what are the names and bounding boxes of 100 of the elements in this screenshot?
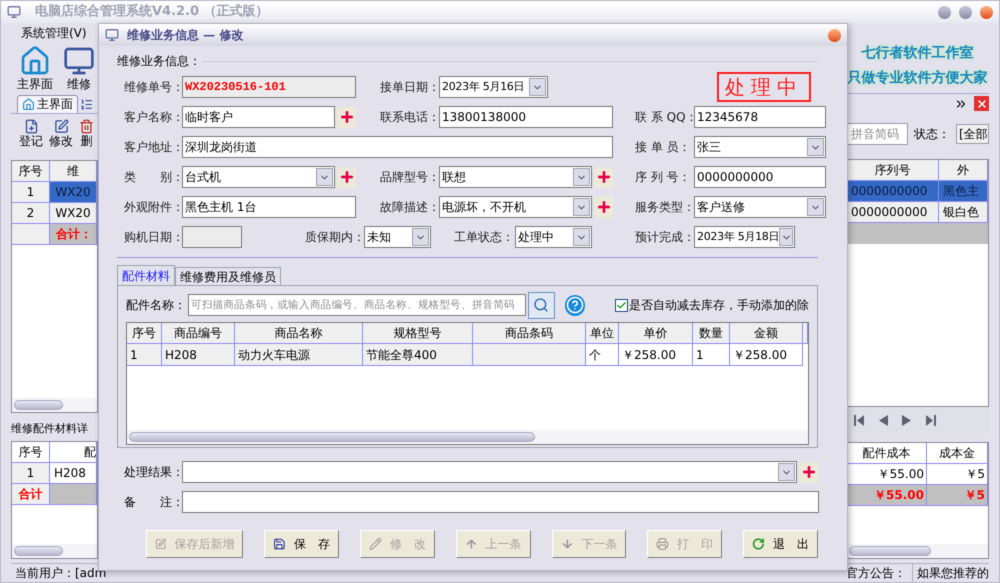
table-cell: 2 [12, 202, 50, 224]
first-page-icon[interactable] [854, 415, 864, 426]
table-cell: 1 [693, 344, 730, 366]
table-cell: 0000000000 [847, 181, 939, 202]
text-field[interactable]: 黑色主机 1台 [182, 196, 356, 218]
edit-icon [155, 536, 166, 552]
close-button[interactable] [828, 28, 841, 42]
scrollbar[interactable] [127, 430, 808, 444]
dropdown[interactable]: 张三 [694, 136, 826, 158]
home-icon [19, 44, 51, 77]
app-icon [7, 5, 21, 19]
table-cell: WX20 [50, 182, 97, 203]
toolbar-button[interactable]: 维修 [63, 44, 95, 91]
text-field[interactable]: 13800138000 [439, 106, 613, 128]
search-field[interactable]: 可扫描商品条码，或输入商品编号、商品名称、规格型号、拼音简码 [188, 294, 526, 316]
table-cell: 1 [12, 463, 50, 484]
dropdown[interactable]: 客户送修 [694, 196, 826, 218]
previous-page-icon[interactable] [878, 415, 888, 426]
field-label: 服务类型： [635, 199, 694, 216]
text-field[interactable] [182, 491, 819, 513]
panel-title: 维修配件材料详 [11, 421, 88, 438]
dropdown[interactable]: 联想 [439, 166, 592, 188]
action-button[interactable]: 修改 [49, 119, 73, 148]
field-label: 故障描述： [380, 199, 439, 216]
date-picker[interactable]: 2023年 5月16日 [439, 76, 548, 98]
close-icon [976, 98, 988, 110]
table-cell: 1 [12, 182, 50, 203]
dropdown[interactable] [182, 461, 797, 483]
tab[interactable]: 主界面 [17, 94, 78, 113]
add-button[interactable] [799, 462, 818, 482]
plus-icon [800, 464, 816, 480]
last-page-icon[interactable] [926, 415, 936, 426]
action-button[interactable]: 删 [79, 119, 94, 148]
dropdown[interactable]: 电源坏，不开机 [439, 196, 592, 218]
total-label: 合计： [50, 224, 97, 245]
field-label: 客户名称： [124, 109, 182, 126]
help-button[interactable] [564, 294, 586, 316]
tab[interactable]: 配件材料 [117, 265, 175, 285]
action-button[interactable]: 退 出 [743, 530, 818, 558]
caret-icon [412, 228, 429, 246]
tab[interactable]: 维修费用及维修员 [175, 267, 281, 285]
dropdown[interactable]: 处理中 [515, 226, 592, 248]
text-field[interactable]: 0000000000 [694, 166, 826, 188]
text-field[interactable]: 深圳龙岗街道 [182, 136, 613, 158]
total-cell: ￥5 [927, 485, 988, 506]
field-label: 接单日期： [380, 79, 439, 96]
table-cell: WX20 [50, 202, 97, 224]
search-icon [533, 297, 550, 313]
caret-icon [807, 138, 824, 156]
field-label: 联系电话： [380, 109, 439, 126]
plus-icon [338, 169, 354, 185]
text-field[interactable]: 临时客户 [182, 106, 335, 128]
auto-stock-checkbox[interactable]: 是否自动减去库存，手动添加的除 [615, 296, 810, 314]
date-picker[interactable]: 2023年 5月18日 [694, 226, 795, 248]
close-tab-button[interactable] [974, 96, 989, 112]
edit-icon [54, 119, 68, 134]
minimize-button[interactable] [938, 6, 951, 18]
dropdown[interactable]: 未知 [364, 226, 431, 248]
table-cell [12, 224, 50, 245]
add-button[interactable] [594, 166, 613, 188]
field-label: 品牌型号： [380, 169, 439, 186]
add-button[interactable] [337, 166, 356, 188]
next-page-icon[interactable] [902, 415, 912, 426]
plus-icon [596, 169, 612, 185]
document-icon [24, 119, 38, 134]
field-label: 处理结果： [124, 464, 182, 481]
brand-slogan: 只做专业软件方便大家 [848, 68, 988, 88]
search-field[interactable]: 拼音简码 [846, 122, 908, 145]
menu-item[interactable]: 系统管理(V) [21, 24, 87, 42]
text-field[interactable]: 12345678 [694, 106, 826, 128]
caret-icon [778, 463, 795, 481]
table-cell: ￥258.00 [730, 344, 803, 366]
add-button[interactable] [337, 106, 356, 128]
toolbar-button[interactable]: 主界面 [17, 44, 53, 91]
caret-icon [316, 168, 333, 186]
field-label: 序 列 号： [635, 169, 692, 186]
dropdown[interactable]: 台式机 [182, 166, 335, 188]
action-button[interactable]: 登记 [19, 119, 43, 148]
caret-icon [573, 198, 590, 216]
list-icon [80, 98, 93, 111]
column-header: 成本金 [927, 443, 988, 464]
status-dropdown[interactable]: [全部 [956, 124, 989, 144]
scrollbar[interactable] [12, 398, 97, 412]
scrollbar[interactable] [847, 544, 988, 558]
app-icon [105, 28, 119, 42]
save-icon [273, 536, 286, 552]
home-icon [22, 98, 35, 111]
printer-icon [656, 536, 670, 552]
scrollbar[interactable] [12, 544, 97, 558]
checkbox[interactable] [615, 298, 628, 312]
total-label: 合计 [12, 484, 50, 506]
maximize-button[interactable] [959, 6, 972, 18]
delete-icon [79, 119, 94, 134]
action-button[interactable]: 保 存 [264, 530, 340, 558]
table-cell [50, 484, 97, 506]
help-icon [566, 296, 584, 314]
close-button[interactable] [980, 6, 993, 18]
add-button[interactable] [594, 196, 613, 218]
caret-icon [573, 168, 590, 186]
lookup-button[interactable] [528, 292, 554, 318]
